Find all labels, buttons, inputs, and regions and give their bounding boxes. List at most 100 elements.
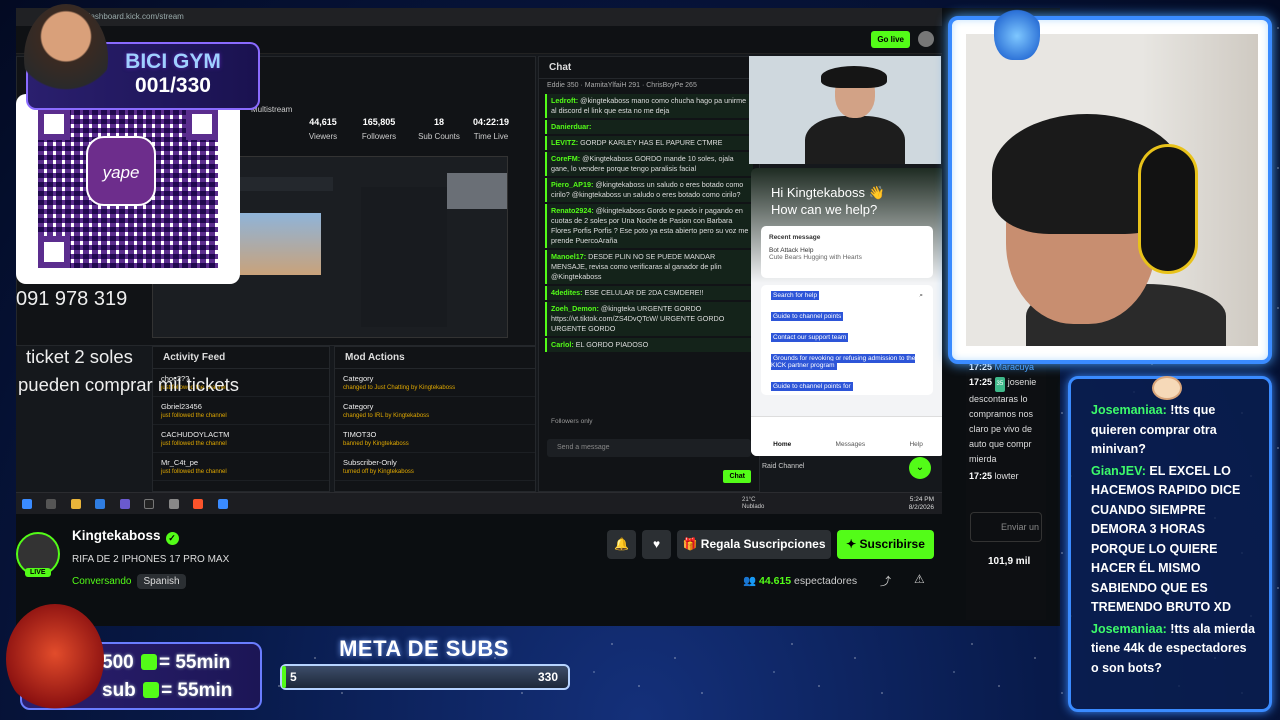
chat-send-button[interactable]: Chat [723,470,751,483]
bici-gym-title: BICI GYM [125,50,221,73]
share-icon[interactable]: ⤴ [880,573,891,589]
stream-title: RIFA DE 2 IPHONES 17 PRO MAX [72,554,230,565]
obs-icon[interactable] [168,499,179,509]
chat-message: Piero_AP19: @kingtekaboss un saludo o er… [545,178,753,202]
help-nav-messages[interactable]: Messages [836,441,866,456]
avatar[interactable] [918,31,934,47]
list-item[interactable]: TIMOT3O banned by Kingtekaboss [335,425,535,453]
weather-widget[interactable]: 21°C Nublado [742,497,764,511]
help-link[interactable]: Guide to channel points for [761,376,933,397]
chat-title: Chat [539,57,759,79]
headphones [1138,144,1198,274]
edge-icon[interactable] [95,499,106,509]
windows-start-icon[interactable] [22,499,32,509]
kick-coin-icon [140,654,157,670]
subs-goal-title: META DE SUBS [339,636,509,661]
chat-input[interactable]: Send a message [547,439,751,457]
yape-qr-card: yape [16,94,240,284]
stat-time-live: 04:22:19 Time Live [472,117,510,141]
chat-panel: Chat Eddie 350 · MamitaYlfaiH 291 · Chri… [538,56,760,492]
qr-corner [38,108,70,140]
stream-category[interactable]: Conversando Spanish [72,574,186,589]
help-widget[interactable]: Hi Kingtekaboss 👋 How can we help? Recent… [751,168,942,456]
chat-message: Manoel17: DESDE PLIN NO SE PUEDE MANDAR … [545,250,753,284]
potion-decoration [994,0,1040,60]
discord-icon[interactable] [119,499,130,509]
phone-number: 091 978 319 [16,288,128,310]
mod-actions-title: Mod Actions [335,347,535,369]
qr-corner [186,108,218,140]
subs-line-kicks: 500 = 55min [102,652,231,673]
subscribe-button[interactable]: ✦ Suscribirse [837,530,934,559]
help-nav-help[interactable]: Help [909,441,922,456]
kick-side-chat: 17:25 Maracuya 17:25 35 josenie descontar… [966,360,1046,620]
list-item[interactable]: Gbriel23456 just followed the channel [153,397,329,425]
app-icon[interactable] [217,499,228,509]
overlay-chat-message: GianJEV: EL EXCEL LO HACEMOS RAPIDO DICE… [1091,463,1241,615]
side-chat-message: 17:25 lowter [969,471,1019,481]
report-icon[interactable]: ⚠ [914,572,925,586]
gift-subs-button[interactable]: 🎁 Regala Suscripciones [677,530,831,559]
chat-message: Zoeh_Demon: @kingteka URGENTE GORDO http… [545,302,753,336]
list-item[interactable]: Mr_C4t_pe just followed the channel [153,453,329,481]
help-nav-home[interactable]: Home [773,441,791,456]
help-link[interactable]: Contact our support team [761,327,933,348]
hamster-icon [1152,376,1182,400]
chat-message: Ledroft: @kingtekaboss mano como chucha … [545,94,753,118]
search-icon[interactable] [46,499,57,509]
subs-goal-bar: 5 330 [280,664,570,690]
windows-taskbar: 21°C Nublado 5:24 PM 8/2/2026 [16,492,942,514]
overlay-chat-message: Josemaniaa: !tts que quieren comprar otr… [1091,403,1217,456]
stat-followers: 165,805 Followers [361,117,397,141]
language-tag[interactable]: Spanish [137,574,186,589]
subs-goal: META DE SUBS 5 330 [276,636,572,698]
gift-icon [143,682,160,698]
chat-top-gifters: Eddie 350 · MamitaYlfaiH 291 · ChrisBoyP… [547,82,697,89]
stat-subs: 18 Sub Counts [418,117,460,141]
help-link[interactable]: Grounds for revoking or refusing admissi… [761,348,933,376]
recent-message-card[interactable]: Recent message Bot Attack Help Cute Bear… [761,226,933,278]
help-link[interactable]: Guide to channel points [761,306,933,327]
chat-message: CoreFM: @Kingtekaboss GORDO mande 10 sol… [545,152,753,176]
steam-icon[interactable] [144,499,155,509]
search-icon: ⌕ [919,292,923,299]
go-live-button[interactable]: Go live [871,31,910,48]
folder-icon[interactable] [70,499,81,509]
streamer-name[interactable]: Kingtekaboss ✓ [72,528,179,545]
desktop-webcam [749,56,941,164]
subs-line-sub: sub = 55min [102,680,233,701]
mod-actions-panel: Mod Actions Category changed to Just Chat… [334,346,536,492]
raid-channel-label[interactable]: Raid Channel [762,463,804,470]
list-item[interactable]: Category changed to IRL by Kingtekaboss [335,397,535,425]
bell-icon[interactable]: 🔔 [607,530,636,559]
help-search[interactable]: Search for help ⌕ [761,285,933,306]
brave-icon[interactable] [193,499,204,509]
help-links: Search for help ⌕ Guide to channel point… [761,285,933,395]
side-viewer-count: 101,9 mil [988,556,1031,567]
browser-url: dashboard.kick.com/stream [16,8,942,26]
chat-message: LEVITZ: GORDP KARLEY HAS EL PAPURE CTMRE [545,136,753,150]
subs-goal-target: 330 [537,670,558,684]
list-item[interactable]: Category changed to Just Chatting by King… [335,369,535,397]
chat-message: 4dedites: ESE CELULAR DE 2DA CSMDERE!! [545,286,753,300]
chat-message: Carlol: EL GORDO PIADOSO [545,338,753,352]
followers-only-label: Followers only [551,418,593,425]
yape-logo: yape [86,136,156,206]
webcam-feed [966,34,1258,346]
viewer-count: 👥 44.615 espectadores [743,575,858,587]
side-chat-input[interactable]: Enviar un [970,512,1042,542]
ticket-info: ticket 2 soles pueden comprar mil tickets [18,346,240,395]
cyclist-mascot [24,4,108,112]
bici-gym-count: 001/330 [135,74,211,97]
heart-icon[interactable]: ♥ [642,530,671,559]
list-item[interactable]: Subscriber-Only turned off by Kingtekabos… [335,453,535,481]
dragon-mascot [6,604,104,714]
stat-viewers: 44,615 Viewers [308,117,338,141]
list-item[interactable]: CACHUDOYLACTM just followed the channel [153,425,329,453]
chevron-down-icon[interactable]: ⌄ [909,457,931,479]
taskbar-clock: 5:24 PM 8/2/2026 [908,496,934,511]
side-chat-message: 17:25 35 josenie descontaras lo compramos… [969,377,1037,464]
overlay-chat-message: Josemaniaa: !tts ala mierda tiene 44k de… [1091,621,1255,675]
qr-corner [38,236,70,268]
help-nav: Home Messages Help [751,416,942,456]
